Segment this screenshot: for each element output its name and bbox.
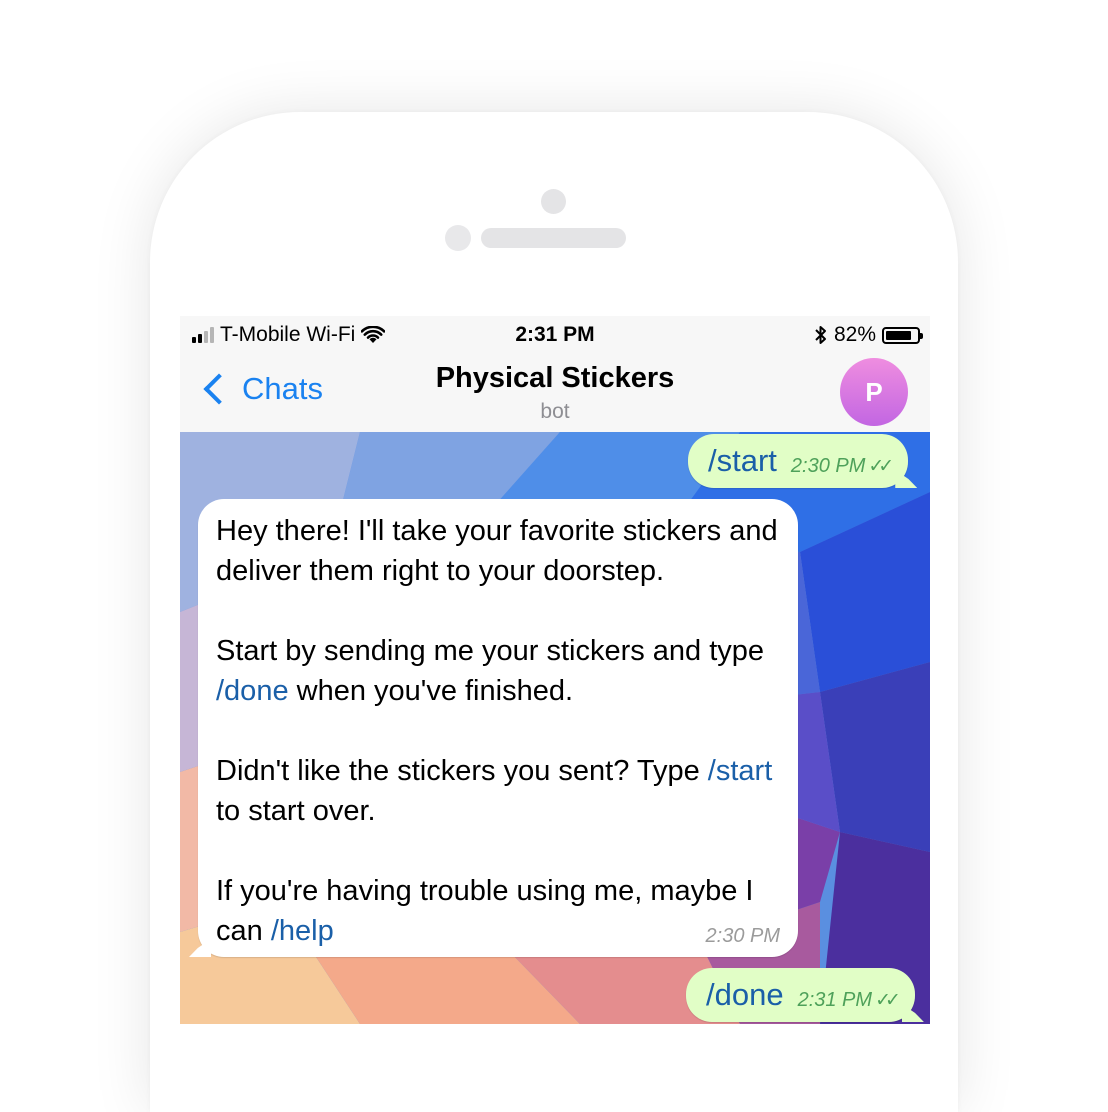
help-command-link[interactable]: /help: [271, 915, 334, 947]
chat-area[interactable]: /start 2:30 PM ✓✓ Hey there! I'll take y…: [180, 432, 930, 1024]
earpiece-speaker: [481, 228, 626, 248]
start-command-link[interactable]: /start: [708, 755, 772, 787]
read-ticks-icon: ✓✓: [875, 989, 901, 1011]
navigation-bar: Chats Physical Stickers bot P: [180, 354, 930, 433]
bluetooth-icon: [815, 326, 826, 344]
message-meta: 2:31 PM ✓✓: [797, 988, 901, 1012]
message-text: /done: [706, 977, 784, 1012]
message-text: Didn't like the stickers you sent? Type: [216, 755, 708, 787]
chat-subtitle: bot: [540, 400, 570, 423]
message-time: 2:31 PM: [797, 988, 873, 1011]
status-bar: T-Mobile Wi-Fi 2:31 PM 82%: [180, 316, 930, 354]
message-time: 2:30 PM: [790, 454, 866, 477]
battery-nub: [920, 332, 923, 339]
avatar[interactable]: P: [840, 358, 908, 426]
proximity-sensor: [445, 225, 471, 251]
outgoing-message-done[interactable]: /done 2:31 PM ✓✓: [686, 968, 915, 1022]
message-paragraph: Didn't like the stickers you sent? Type …: [216, 751, 780, 831]
chat-title[interactable]: Physical Stickers: [180, 362, 930, 395]
message-meta: 2:30 PM ✓✓: [790, 454, 894, 478]
status-right: 82%: [814, 323, 923, 347]
message-text: to start over.: [216, 795, 376, 827]
message-paragraph: Hey there! I'll take your favorite stick…: [216, 515, 778, 587]
message-paragraph: Start by sending me your stickers and ty…: [216, 631, 780, 711]
message-text: /start: [708, 443, 777, 478]
battery-fill: [886, 330, 911, 340]
incoming-message-welcome[interactable]: Hey there! I'll take your favorite stick…: [198, 499, 798, 957]
front-camera: [541, 189, 566, 214]
battery-percent: 82%: [833, 323, 876, 346]
outgoing-message-start[interactable]: /start 2:30 PM ✓✓: [688, 434, 909, 488]
message-text: when you've finished.: [288, 675, 574, 707]
read-ticks-icon: ✓✓: [868, 455, 894, 477]
message-text: Start by sending me your stickers and ty…: [216, 635, 765, 667]
phone-screen: T-Mobile Wi-Fi 2:31 PM 82% Chats Physica…: [180, 316, 930, 1024]
done-command-link[interactable]: /done: [216, 675, 289, 707]
battery-icon: [882, 326, 923, 344]
